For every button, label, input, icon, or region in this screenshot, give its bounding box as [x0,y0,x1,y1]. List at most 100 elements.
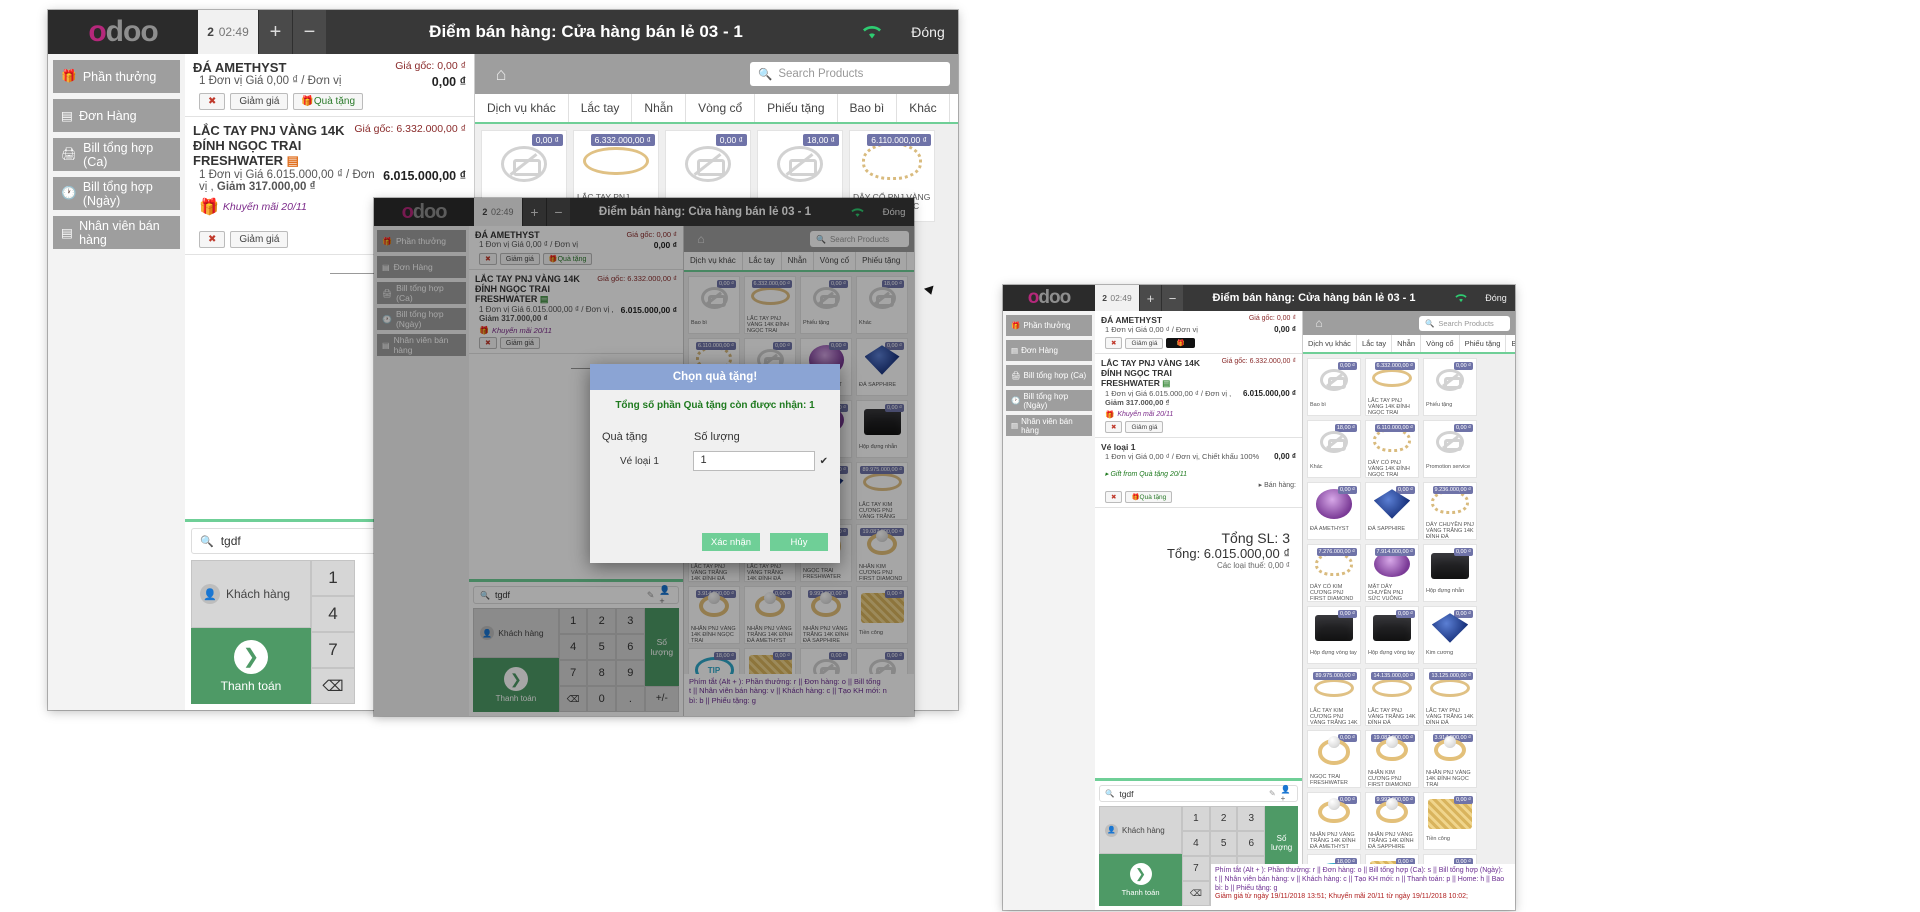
product-card[interactable]: 0,00 ₫ Kim cương [1423,606,1477,664]
remove-line-button[interactable]: ✖ [199,231,226,248]
gift-button-active[interactable]: 🎁 [1166,338,1195,348]
keypad-key-backspace[interactable]: ⌫ [1182,881,1210,906]
product-card[interactable]: 0,00 ₫ ĐÁ SAPPHIRE [1365,482,1419,540]
add-order-button[interactable]: + [1139,285,1161,311]
category-tab-phieutang[interactable]: Phiếu tặng [755,94,838,122]
product-grid[interactable]: 0,00 ₫ Bao bì 6.332.000,00 ₫ LẮC TAY PNJ V… [1303,354,1515,910]
product-card[interactable]: 0,00 ₫ NHẪN PNJ VÀNG TRẮNG 14K ĐÍNH ĐÁ AM… [1307,792,1361,850]
pos-window-3[interactable]: o doo 2 02:49 + − Điểm bán hàng: Cửa hàng… [1003,285,1515,910]
product-card[interactable]: 13.125.000,00 ₫ LẮC TAY PNJ VÀNG TRẮNG 14… [1423,668,1477,726]
remove-order-button[interactable]: − [292,10,326,54]
category-tab-vongco[interactable]: Vòng cổ [686,94,756,122]
product-card[interactable]: 3.914.000,00 ₫ NHẪN PNJ VÀNG 14K ĐÍNH NGỌ… [1423,730,1477,788]
remove-order-button[interactable]: − [1161,285,1183,311]
order-line[interactable]: ĐÁ AMETHYST Giá gốc: 0,00 ₫ 1 Đơn vị Giá… [1095,311,1302,354]
remove-line-button[interactable]: ✖ [1105,337,1123,349]
order-line[interactable]: LẮC TAY PNJ VÀNG 14K ĐÍNH NGỌC TRAI FRES… [1095,354,1302,438]
category-tab-dichvukhac[interactable]: Dịch vụ khác [1303,335,1357,352]
keypad-key-2[interactable]: 2 [1209,806,1238,831]
product-card[interactable]: 6.110.000,00 ₫ DÂY CỔ PNJ VÀNG 14K ĐÍNH N… [1365,420,1419,478]
order-line[interactable]: ĐÁ AMETHYST Giá gốc: 0,00 ₫ 1 Đơn vị Giá… [185,54,474,117]
gift-button[interactable]: 🎁 Quà tặng [293,93,364,110]
product-card[interactable]: 0,00 ₫ Promotion service [1423,420,1477,478]
close-button[interactable]: Đóng [1477,285,1515,311]
product-card[interactable]: 0,00 ₫ Hộp đựng vòng tay [1307,606,1361,664]
category-tab-dichvukhac[interactable]: Dịch vụ khác [475,94,569,122]
keypad-key-7[interactable]: 7 [311,632,355,668]
discount-button[interactable]: Giảm giá [230,231,289,248]
customer-search-input[interactable] [1119,788,1264,799]
order-tab[interactable]: 2 02:49 [1095,285,1139,311]
product-card[interactable]: 0,00 ₫NGỌC TRAI FRESHWATER [1307,730,1361,788]
product-card[interactable]: 7.914.000,00 ₫ MẶT DÂY CHUYỀN PNJ SỨC VUÔ… [1365,544,1419,602]
sidebar-item-bill-ngay[interactable]: 🕐 Bill tổng hợp (Ngày) [1006,390,1092,411]
close-button[interactable]: Đóng [898,10,958,54]
keypad-key-backspace[interactable]: ⌫ [311,668,355,704]
keypad-key-5[interactable]: 5 [1209,831,1238,856]
keypad-key-3[interactable]: 3 [1237,806,1266,831]
checkbox-icon[interactable]: ✔ [820,456,828,467]
remove-line-button[interactable]: ✖ [199,93,226,110]
category-tab-nhan[interactable]: Nhẫn [632,94,687,122]
category-tabs[interactable]: Dịch vụ khác Lắc tay Nhẫn Vòng cổ Phiếu … [475,94,958,124]
keypad-key-6[interactable]: 6 [1237,831,1266,856]
add-order-button[interactable]: + [258,10,292,54]
category-tab-baobi[interactable]: Bao bì [838,94,898,122]
sidebar-item-bill-ca[interactable]: 🖨 Bill tổng hợp (Ca) [53,138,180,171]
confirm-button[interactable]: Xác nhận [702,533,760,551]
customer-button[interactable]: 👤 Khách hàng [1099,806,1183,854]
sidebar-item-don-hang[interactable]: ▤ Đơn Hàng [53,99,180,132]
sell-link[interactable]: ▸ Bán hàng: [1101,481,1296,489]
keypad-key-1[interactable]: 1 [311,560,355,596]
category-tab-phieutang[interactable]: Phiếu tặng [1460,335,1507,352]
product-card[interactable]: 18,00 ₫ Khác [1307,420,1361,478]
product-card[interactable]: 0,00 ₫ Phiếu tặng [1423,358,1477,416]
pos-window-2[interactable]: o doo 2 02:49 + − Điểm bán hàng: Cửa hàng… [374,198,914,716]
product-card[interactable]: 0,00 ₫ ĐÁ AMETHYST [1307,482,1361,540]
product-card[interactable]: 14.135.000,00 ₫ LẮC TAY PNJ VÀNG TRẮNG 14… [1365,668,1419,726]
category-tabs[interactable]: Dịch vụ khác Lắc tay Nhẫn Vòng cổ Phiếu … [1303,335,1515,354]
order-selector[interactable]: 2 02:49 + − [1095,285,1183,311]
sidebar-item-bill-ngay[interactable]: 🕐 Bill tổng hợp (Ngày) [53,177,180,210]
remove-line-button[interactable]: ✖ [1105,491,1123,503]
sidebar-item-phan-thuong[interactable]: 🎁 Phần thưởng [1006,315,1092,336]
order-line[interactable]: Vé loại 1 1 Đơn vị Giá 0,00 ₫ / Đơn vị, … [1095,438,1302,508]
modal-qty-input[interactable]: 1 [693,451,815,471]
product-card[interactable]: 0,00 ₫ Hộp đựng nhẫn [1423,544,1477,602]
home-icon[interactable]: ⌂ [483,59,519,89]
home-icon[interactable]: ⌂ [1308,314,1330,333]
customer-button[interactable]: 👤 Khách hàng [191,560,311,628]
discount-button[interactable]: Giảm giá [230,93,289,110]
remove-line-button[interactable]: ✖ [1105,421,1123,433]
discount-button[interactable]: Giảm giá [1125,337,1164,349]
discount-button[interactable]: Giảm giá [1125,421,1164,433]
order-selector[interactable]: 2 02:49 + − [198,10,326,54]
cancel-button[interactable]: Hủy [770,533,828,551]
sidebar-item-nhan-vien[interactable]: ▤ Nhân viên bán hàng [53,216,180,249]
sidebar-item-don-hang[interactable]: ▤ Đơn Hàng [1006,340,1092,361]
product-card[interactable]: 0,00 ₫ Bao bì [1307,358,1361,416]
keypad-key-4[interactable]: 4 [311,596,355,632]
category-tab-nhan[interactable]: Nhẫn [1392,335,1422,352]
product-card[interactable]: 9.236.000,00 ₫ DÂY CHUYỀN PNJ VÀNG TRẮNG … [1423,482,1477,540]
product-card[interactable]: 89.975.000,00 ₫ LẮC TAY KIM CƯƠNG PNJ VÀN… [1307,668,1361,726]
customer-search[interactable]: 🔍 ✎ 👤+ [1099,785,1298,803]
product-card[interactable]: 0,00 ₫ Hộp đựng vòng tay [1365,606,1419,664]
pay-button[interactable]: ❯ Thanh toán [191,628,311,704]
product-card[interactable]: 7.276.000,00 ₫ DÂY CỔ KIM CƯƠNG PNJ FIRST… [1307,544,1361,602]
sidebar-item-bill-ca[interactable]: 🖨 Bill tổng hợp (Ca) [1006,365,1092,386]
keypad-key-1[interactable]: 1 [1182,806,1210,831]
add-customer-icon[interactable]: 👤+ [1281,785,1292,803]
keypad-key-7[interactable]: 7 [1182,856,1210,881]
category-tab-khac[interactable]: Khác [897,94,950,122]
category-tab-baobi[interactable]: Bao bì [1506,335,1515,352]
keypad-key-4[interactable]: 4 [1182,831,1210,856]
pencil-icon[interactable]: ✎ [1269,789,1276,798]
product-search[interactable]: 🔍 Search Products [750,62,950,86]
product-search[interactable]: 🔍 Search Products [1419,315,1510,331]
product-card[interactable]: 6.332.000,00 ₫ LẮC TAY PNJ VÀNG 14K ĐÍNH … [1365,358,1419,416]
gift-button[interactable]: 🎁 Quà tặng [1125,491,1173,503]
product-card[interactable]: 19.087.000,00 ₫ NHẪN KIM CƯƠNG PNJ FIRST … [1365,730,1419,788]
category-tab-lactay[interactable]: Lắc tay [1357,335,1393,352]
product-card[interactable]: 0,00 ₫ Tiền công [1423,792,1477,850]
